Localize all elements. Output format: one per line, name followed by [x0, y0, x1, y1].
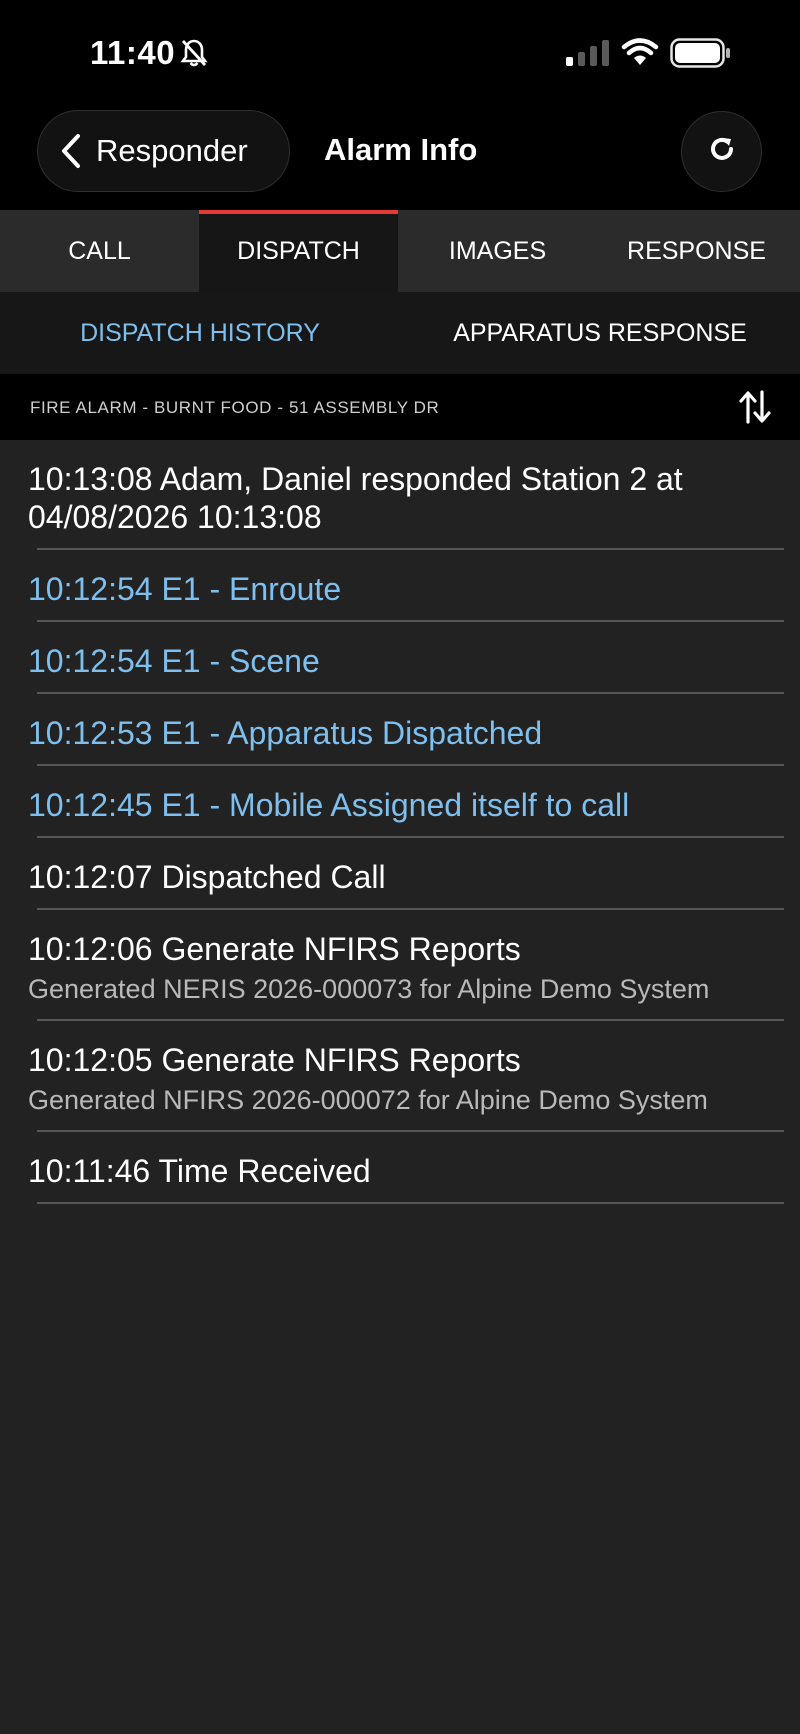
sub-tabs: DISPATCH HISTORY APPARATUS RESPONSE [0, 292, 800, 374]
history-item[interactable]: 10:12:54 E1 - Scene [0, 622, 800, 694]
history-item[interactable]: 10:11:46 Time Received [0, 1132, 800, 1204]
main-tabs: CALL DISPATCH IMAGES RESPONSE [0, 210, 800, 292]
page-title: Alarm Info [324, 132, 478, 167]
history-item[interactable]: 10:12:05 Generate NFIRS Reports Generated… [0, 1021, 800, 1132]
refresh-button[interactable] [681, 111, 762, 192]
tab-response[interactable]: RESPONSE [597, 210, 796, 292]
history-item-title: 10:12:05 Generate NFIRS Reports [28, 1042, 521, 1078]
history-item-title: 10:12:54 E1 - Enroute [28, 571, 342, 607]
subtab-dispatch-history[interactable]: DISPATCH HISTORY [0, 292, 400, 374]
history-item-title: 10:12:45 E1 - Mobile Assigned itself to … [28, 787, 630, 823]
history-item[interactable]: 10:12:06 Generate NFIRS Reports Generated… [0, 910, 800, 1021]
bell-slash-icon [180, 38, 208, 73]
history-item[interactable]: 10:12:54 E1 - Enroute [0, 550, 800, 622]
back-button-label: Responder [96, 133, 248, 168]
call-description: FIRE ALARM - BURNT FOOD - 51 ASSEMBLY DR [30, 398, 440, 417]
history-item[interactable]: 10:12:07 Dispatched Call [0, 838, 800, 910]
history-item-title: 10:11:46 Time Received [28, 1153, 371, 1189]
status-bar: 11:40 [0, 0, 800, 100]
battery-icon [670, 38, 732, 73]
history-item-title: 10:12:07 Dispatched Call [28, 859, 386, 895]
history-item-title: 10:12:54 E1 - Scene [28, 643, 320, 679]
history-item-title: 10:12:53 E1 - Apparatus Dispatched [28, 715, 543, 751]
history-item-title: 10:12:06 Generate NFIRS Reports [28, 931, 521, 967]
navigation-bar: Responder Alarm Info [0, 100, 800, 210]
status-time: 11:40 [90, 34, 176, 71]
chevron-left-icon [60, 133, 82, 169]
history-item-detail: Generated NERIS 2026-000073 for Alpine D… [28, 974, 710, 1004]
history-item-detail: Generated NFIRS 2026-000072 for Alpine D… [28, 1085, 708, 1115]
history-item[interactable]: 10:12:53 E1 - Apparatus Dispatched [0, 694, 800, 766]
history-item[interactable]: 10:12:45 E1 - Mobile Assigned itself to … [0, 766, 800, 838]
back-button[interactable]: Responder [37, 110, 290, 192]
tab-dispatch[interactable]: DISPATCH [199, 210, 398, 292]
dispatch-history-list: 10:13:08 Adam, Daniel responded Station … [0, 440, 800, 1204]
cellular-signal-icon [566, 40, 610, 71]
subtab-apparatus-response[interactable]: APPARATUS RESPONSE [400, 292, 800, 374]
tab-call[interactable]: CALL [0, 210, 199, 292]
call-header: FIRE ALARM - BURNT FOOD - 51 ASSEMBLY DR [0, 374, 800, 440]
history-item[interactable]: 10:13:08 Adam, Daniel responded Station … [0, 440, 800, 550]
tab-images[interactable]: IMAGES [398, 210, 597, 292]
wifi-icon [621, 38, 659, 71]
refresh-icon [706, 133, 738, 170]
sort-arrows-icon[interactable] [738, 388, 772, 431]
history-item-title: 10:13:08 Adam, Daniel responded Station … [28, 461, 683, 535]
